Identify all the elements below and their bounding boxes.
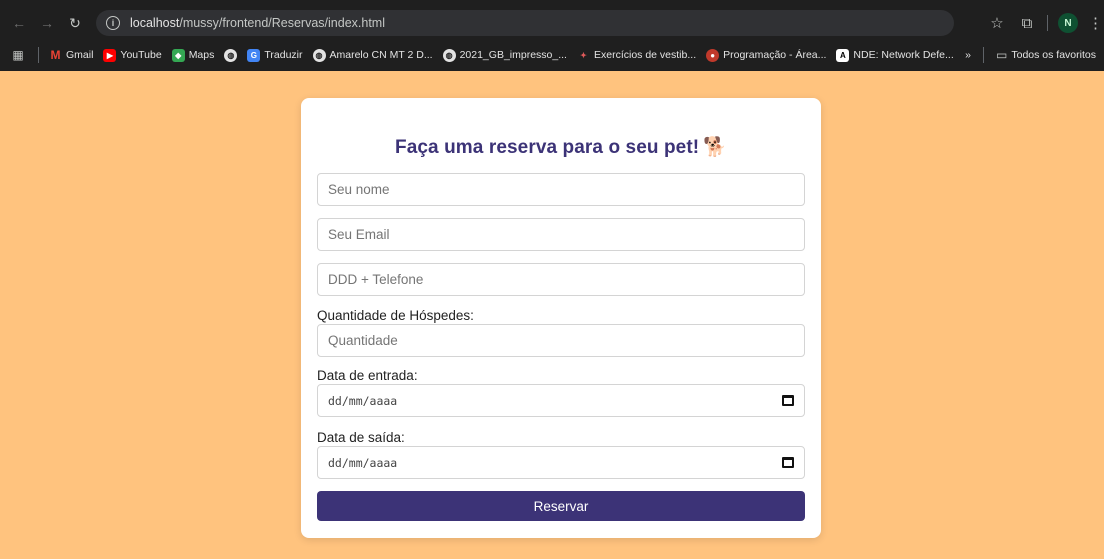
- maps-icon: ◆: [171, 48, 185, 62]
- checkin-date-input[interactable]: dd/mm/aaaa: [317, 384, 805, 417]
- browser-chrome: ← → ↻ i localhost/mussy/frontend/Reserva…: [0, 0, 1104, 71]
- bookmark-nde[interactable]: A NDE: Network Defe...: [836, 48, 954, 62]
- bookmark-star-icon[interactable]: ☆: [987, 14, 1007, 32]
- toolbar-divider: [1047, 15, 1048, 31]
- checkout-label: Data de saída:: [317, 430, 405, 445]
- profile-avatar[interactable]: N: [1058, 13, 1078, 33]
- bookmark-exercicios[interactable]: ✦ Exercícios de vestib...: [577, 49, 696, 62]
- form-title-text: Faça uma reserva para o seu pet!: [395, 137, 700, 158]
- bookmark-programacao[interactable]: ● Programação - Área...: [706, 48, 827, 62]
- tab-strip: [0, 0, 1104, 7]
- bookmark-label: YouTube: [120, 49, 162, 61]
- checkout-date-input[interactable]: dd/mm/aaaa: [317, 446, 805, 479]
- phone-input[interactable]: DDD + Telefone: [317, 263, 805, 296]
- checkin-date-value: dd/mm/aaaa: [328, 393, 398, 408]
- apps-grid-icon[interactable]: ▦: [8, 48, 28, 62]
- bookmark-youtube[interactable]: ▶ YouTube: [103, 48, 162, 62]
- gmail-icon: M: [50, 48, 61, 62]
- guests-label: Quantidade de Hóspedes:: [317, 308, 474, 323]
- url-text: localhost/mussy/frontend/Reservas/index.…: [130, 16, 385, 30]
- bookmark-label: Programação - Área...: [723, 49, 827, 61]
- dog-emoji-icon: 🐕: [703, 137, 727, 158]
- address-row: ← → ↻ i localhost/mussy/frontend/Reserva…: [0, 7, 1104, 39]
- guests-input[interactable]: Quantidade: [317, 324, 805, 357]
- calendar-icon[interactable]: [782, 395, 794, 406]
- bookmark-label: Gmail: [66, 49, 94, 61]
- bookmark-label: Maps: [188, 49, 215, 61]
- more-bookmarks-button[interactable]: »: [965, 49, 971, 61]
- bookmarks-bar: ▦ M Gmail ▶ YouTube ◆ Maps ◍ G Traduzir ◍ Ama…: [0, 39, 1104, 71]
- bookmark-gmail[interactable]: M Gmail: [49, 48, 94, 62]
- bookmark-label: 2021_GB_impresso_...: [459, 49, 567, 61]
- extensions-icon[interactable]: ⧉: [1017, 15, 1037, 32]
- bookmark-2021[interactable]: ◍ 2021_GB_impresso_...: [442, 48, 567, 62]
- bookmarks-divider: [983, 47, 985, 63]
- name-input[interactable]: Seu nome: [317, 173, 805, 206]
- checkout-date-value: dd/mm/aaaa: [328, 455, 398, 470]
- email-input[interactable]: Seu Email: [317, 218, 805, 251]
- bookmark-amarelo[interactable]: ◍ Amarelo CN MT 2 D...: [312, 48, 433, 62]
- back-arrow-icon[interactable]: ←: [8, 12, 30, 34]
- bookmark-globe[interactable]: ◍: [224, 48, 238, 62]
- reservar-button[interactable]: Reservar: [317, 491, 805, 521]
- form-title: Faça uma reserva para o seu pet! 🐕: [317, 135, 805, 159]
- bookmark-traduzir[interactable]: G Traduzir: [247, 48, 303, 62]
- calendar-icon[interactable]: [782, 457, 794, 468]
- site-info-icon[interactable]: i: [106, 16, 120, 30]
- menu-kebab-icon[interactable]: ⋮: [1088, 14, 1103, 32]
- checkin-label: Data de entrada:: [317, 368, 418, 383]
- globe-icon: ◍: [224, 48, 238, 62]
- bookmark-maps[interactable]: ◆ Maps: [171, 48, 215, 62]
- bookmark-label: Exercícios de vestib...: [593, 49, 697, 61]
- address-bar[interactable]: i localhost/mussy/frontend/Reservas/inde…: [96, 10, 954, 36]
- bookmark-label: Amarelo CN MT 2 D...: [329, 49, 433, 61]
- youtube-icon: ▶: [103, 48, 117, 62]
- globe-icon: ◍: [312, 48, 326, 62]
- bookmark-label: NDE: Network Defe...: [853, 49, 954, 61]
- all-favorites-folder[interactable]: ▭ Todos os favoritos: [996, 48, 1096, 62]
- globe-icon: ◍: [442, 48, 456, 62]
- forward-arrow-icon[interactable]: →: [36, 12, 58, 34]
- toolbar-right: ☆ ⧉ N ⋮: [987, 13, 1103, 33]
- site-logo-icon: ●: [706, 48, 720, 62]
- reservation-form-card: Faça uma reserva para o seu pet! 🐕 Seu no…: [301, 98, 821, 538]
- site-logo-icon: ✦: [580, 50, 587, 60]
- folder-icon: ▭: [996, 48, 1008, 62]
- bookmark-label: Traduzir: [264, 49, 303, 61]
- bookmarks-right: » ▭ Todos os favoritos: [965, 47, 1096, 63]
- all-favorites-label: Todos os favoritos: [1011, 49, 1096, 61]
- reload-icon[interactable]: ↻: [64, 12, 86, 34]
- nde-logo-icon: A: [836, 48, 850, 62]
- bookmarks-divider: [38, 47, 39, 63]
- translate-icon: G: [247, 48, 261, 62]
